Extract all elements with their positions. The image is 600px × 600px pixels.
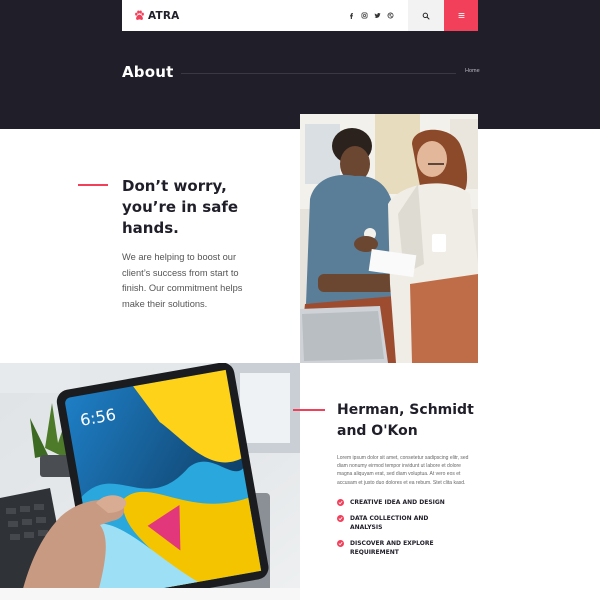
brand-name: ATRA (148, 9, 180, 22)
section-text: We are helping to boost our client’s suc… (122, 252, 243, 309)
list-item: DATA COLLECTION AND ANALYSIS (337, 514, 487, 532)
feature-label: DATA COLLECTION AND ANALYSIS (350, 515, 429, 531)
section-heading: Don’t worry, you’re in safe hands. (122, 177, 239, 237)
brand-logo[interactable]: ATRA (134, 10, 180, 22)
list-item: CREATIVE IDEA AND DESIGN (337, 498, 487, 507)
facebook-icon[interactable] (348, 12, 355, 19)
accent-line (78, 184, 108, 186)
search-button[interactable] (408, 0, 444, 31)
social-links (348, 0, 394, 31)
list-item: DISCOVER AND EXPLORE REQUIREMENT (337, 539, 487, 557)
top-navbar: ATRA (122, 0, 478, 31)
feature-list: CREATIVE IDEA AND DESIGN DATA COLLECTION… (337, 498, 487, 564)
search-icon (422, 12, 430, 19)
page-title: About (122, 63, 174, 81)
instagram-icon[interactable] (361, 12, 368, 19)
company-heading: Herman, Schmidt and O'Kon (337, 402, 474, 439)
feature-label: DISCOVER AND EXPLORE REQUIREMENT (350, 540, 434, 556)
paw-icon (135, 10, 144, 20)
check-icon (337, 540, 344, 547)
title-divider (181, 73, 456, 74)
hand-holding-tablet-photo: 6:56 (0, 363, 300, 600)
dribbble-icon[interactable] (387, 12, 394, 19)
two-people-with-coffee-photo (300, 114, 478, 363)
hamburger-menu-icon (458, 13, 464, 18)
feature-label: CREATIVE IDEA AND DESIGN (350, 499, 445, 506)
accent-line (293, 409, 325, 411)
twitter-icon[interactable] (374, 12, 381, 19)
check-icon (337, 515, 344, 522)
company-description: Lorem ipsum dolor sit amet, consetetur s… (337, 455, 469, 486)
breadcrumb-home[interactable]: Home (465, 68, 480, 74)
menu-button[interactable] (444, 0, 478, 31)
check-icon (337, 499, 344, 506)
